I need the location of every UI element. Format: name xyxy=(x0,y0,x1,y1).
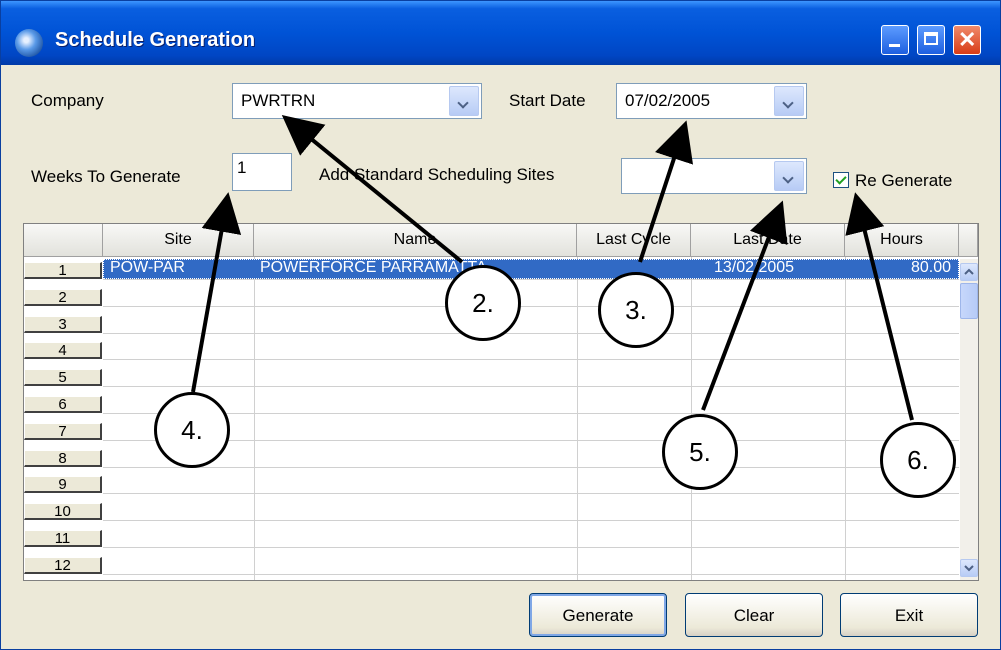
annotation-callout-2: 2. xyxy=(445,265,521,341)
annotation-arrow-4 xyxy=(191,192,242,393)
annotation-callout-4: 4. xyxy=(154,392,230,468)
annotation-arrow-6 xyxy=(845,192,914,421)
annotation-callout-3: 3. xyxy=(598,272,674,348)
annotation-arrow-3 xyxy=(638,120,694,263)
annotation-callout-6: 6. xyxy=(880,422,956,498)
annotation-arrow-2 xyxy=(281,114,464,264)
annotation-arrow-5 xyxy=(701,200,788,411)
annotation-callout-5: 5. xyxy=(662,414,738,490)
